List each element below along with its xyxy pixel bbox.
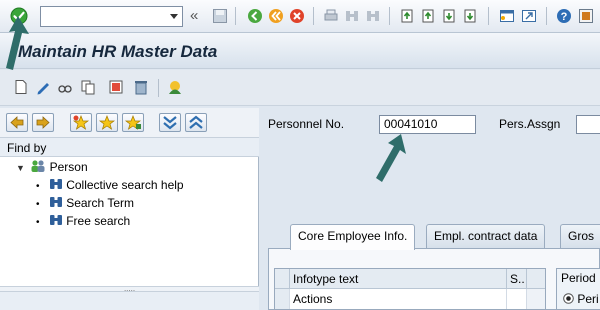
tree-node-label: Person <box>49 160 88 174</box>
arrow-right-icon <box>36 116 50 129</box>
period-box: Period Peri <box>556 268 600 310</box>
personnel-no-label: Personnel No. <box>268 117 345 131</box>
previous-page-icon[interactable] <box>420 8 436 24</box>
system-toolbar: « ? <box>0 0 600 33</box>
tree-item-label: Free search <box>66 214 131 228</box>
tree-item-free-search[interactable]: • Free search <box>36 212 130 230</box>
find-by-header: Find by <box>0 138 259 157</box>
tab-label: Gros <box>568 229 595 243</box>
binoculars-icon <box>49 197 62 207</box>
person-icon <box>31 160 45 172</box>
annotation-arrow-icon <box>376 134 406 182</box>
bullet-icon: • <box>36 181 40 192</box>
find-by-label: Find by <box>7 141 47 155</box>
back-double-arrow-icon[interactable]: « <box>190 7 198 24</box>
tree-item-search-term[interactable]: • Search Term <box>36 194 134 212</box>
chevron-double-up-icon <box>189 115 203 129</box>
star-add-icon <box>72 115 90 130</box>
period-option-label: Peri <box>577 292 599 306</box>
copy-icon[interactable] <box>80 79 96 95</box>
binoculars-icon <box>49 215 62 225</box>
period-radio[interactable]: Peri <box>563 292 599 306</box>
exit-icon[interactable] <box>268 8 284 24</box>
bullet-icon: • <box>36 199 40 210</box>
table-row[interactable]: Actions <box>290 289 507 309</box>
forward-arrow-button[interactable] <box>32 113 54 132</box>
status-cell[interactable] <box>507 289 527 309</box>
help-icon[interactable]: ? <box>556 8 572 24</box>
tab-empl-contract-data[interactable]: Empl. contract data <box>426 224 546 249</box>
save-icon[interactable] <box>212 8 228 24</box>
title-bar: Maintain HR Master Data <box>0 33 600 69</box>
radio-selected-icon[interactable] <box>563 293 574 304</box>
overview-icon[interactable] <box>167 79 183 95</box>
back-arrow-button[interactable] <box>6 113 28 132</box>
personnel-no-value: 00041010 <box>384 117 438 131</box>
scrollbar-header <box>527 269 545 289</box>
command-field[interactable] <box>40 6 183 27</box>
page-title: Maintain HR Master Data <box>18 42 218 61</box>
pers-assgn-label: Pers.Assgn <box>499 117 561 131</box>
cancel-icon[interactable] <box>289 8 305 24</box>
chevron-double-down-icon <box>163 116 177 130</box>
tree-item-collective-search-help[interactable]: • Collective search help <box>36 176 184 194</box>
customize-layout-icon[interactable] <box>578 8 594 24</box>
print-icon[interactable] <box>323 8 339 24</box>
infotype-cell: Actions <box>293 292 333 306</box>
display-icon[interactable] <box>57 79 73 95</box>
tab-label: Empl. contract data <box>434 229 538 243</box>
navigation-toolbar <box>0 108 259 138</box>
annotation-arrow-icon <box>6 16 29 70</box>
vertical-scrollbar[interactable] <box>527 289 545 309</box>
chevron-down-icon[interactable] <box>168 10 180 23</box>
star-icon <box>98 115 116 130</box>
find-icon[interactable] <box>344 8 360 24</box>
column-header-status[interactable]: S.. <box>507 269 527 289</box>
hit-list-area <box>0 292 259 310</box>
star-edit-icon <box>124 115 142 130</box>
favorites-button[interactable] <box>96 113 118 132</box>
favorites-edit-button[interactable] <box>122 113 144 132</box>
object-manager-panel: Find by ▼ Person • Collective search hel… <box>0 108 259 310</box>
delete-icon[interactable] <box>133 79 149 95</box>
shortcut-icon[interactable] <box>521 8 537 24</box>
tab-core-employee-info[interactable]: Core Employee Info. <box>290 224 416 250</box>
column-header-infotype-text[interactable]: Infotype text <box>290 269 507 289</box>
row-selector[interactable] <box>275 289 290 309</box>
new-session-icon[interactable] <box>499 8 515 24</box>
tab-label: Core Employee Info. <box>298 229 408 243</box>
expand-button[interactable] <box>159 113 181 132</box>
caret-down-icon[interactable]: ▼ <box>16 163 25 173</box>
next-page-icon[interactable] <box>441 8 457 24</box>
change-icon[interactable] <box>35 79 51 95</box>
row-selector-header[interactable] <box>275 269 290 289</box>
bullet-icon: • <box>36 217 40 228</box>
collapse-button[interactable] <box>185 113 207 132</box>
tree-item-label: Collective search help <box>66 178 184 192</box>
application-toolbar <box>0 70 600 106</box>
svg-text:?: ? <box>561 11 568 23</box>
delimit-icon[interactable] <box>108 79 124 95</box>
create-icon[interactable] <box>13 79 29 95</box>
favorites-add-button[interactable] <box>70 113 92 132</box>
last-page-icon[interactable] <box>462 8 478 24</box>
period-label: Period <box>561 271 596 285</box>
tree-item-label: Search Term <box>66 196 135 210</box>
column-header-label: S.. <box>510 272 525 286</box>
tree-node-person[interactable]: ▼ Person <box>16 158 88 176</box>
first-page-icon[interactable] <box>399 8 415 24</box>
binoculars-icon <box>49 179 62 189</box>
pers-assgn-input[interactable] <box>576 115 600 134</box>
tab-gross[interactable]: Gros <box>560 224 600 249</box>
back-icon[interactable] <box>247 8 263 24</box>
infotype-table: Infotype text S.. Actions <box>274 268 546 310</box>
arrow-left-icon <box>10 116 24 129</box>
column-header-label: Infotype text <box>293 272 359 286</box>
find-next-icon[interactable] <box>365 8 381 24</box>
